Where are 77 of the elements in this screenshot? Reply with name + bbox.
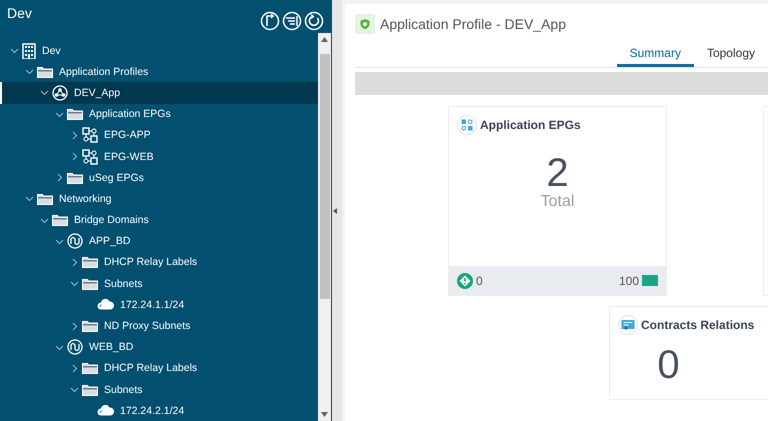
- panel-title: Dev: [6, 4, 32, 21]
- scroll-up-icon[interactable]: [321, 37, 328, 42]
- building-icon: [22, 42, 36, 59]
- chevron-down-icon: [25, 194, 34, 204]
- chevron-right-icon: [70, 364, 79, 373]
- chevron-down-icon: [70, 385, 79, 394]
- wave-circle-icon: [67, 233, 83, 250]
- folder-icon: [82, 320, 98, 332]
- tree-item[interactable]: DHCP Relay Labels: [0, 252, 318, 274]
- splitter-handle[interactable]: [332, 0, 342, 421]
- tree-item[interactable]: APP_BD: [0, 230, 318, 252]
- tree-item[interactable]: 172.24.1.1/24: [0, 294, 318, 316]
- count-caption: Total: [540, 193, 574, 211]
- tab[interactable]: Summary: [616, 41, 694, 67]
- filter-icon[interactable]: [282, 11, 302, 31]
- tree-item[interactable]: EPG-WEB: [0, 146, 318, 168]
- connected-squares-icon: [457, 115, 477, 135]
- chevron-right-icon: [70, 152, 79, 162]
- cloud-icon: [97, 299, 114, 310]
- total-count: 0: [657, 345, 680, 385]
- folder-icon: [37, 192, 53, 205]
- tab[interactable]: Topology: [694, 41, 768, 67]
- scroll-down-icon[interactable]: [321, 412, 328, 417]
- certificate-icon: [618, 315, 638, 335]
- scrollbar[interactable]: [318, 33, 331, 421]
- card-title: Contracts Relations: [641, 318, 754, 332]
- folder-icon: [67, 108, 83, 120]
- folder-icon: [82, 278, 98, 290]
- chevron-right-icon: [70, 130, 79, 140]
- folder-icon: [82, 384, 98, 396]
- chevron-down-icon: [40, 88, 49, 98]
- tree-item[interactable]: Subnets: [0, 273, 318, 294]
- network-globe-icon: [52, 84, 68, 101]
- chevron-down-icon: [55, 110, 64, 119]
- flag-icon[interactable]: [260, 11, 280, 31]
- folder-icon: [82, 256, 98, 268]
- chevron-down-icon: [40, 216, 49, 225]
- fault-count: 0: [476, 274, 483, 288]
- refresh-icon[interactable]: [304, 11, 324, 31]
- tree-item[interactable]: Application Profiles: [0, 61, 318, 82]
- health-indicator: [642, 275, 658, 286]
- tree-item[interactable]: EPG-APP: [0, 124, 318, 146]
- tree-item[interactable]: DEV_App: [0, 82, 318, 104]
- folder-icon: [82, 362, 98, 374]
- total-count: 2: [546, 153, 569, 193]
- health-score: 100: [618, 274, 639, 288]
- tree-item[interactable]: ND Proxy Subnets: [0, 315, 318, 337]
- chevron-right-icon: [55, 173, 64, 182]
- chevron-right-icon: [70, 258, 79, 267]
- tree-item[interactable]: DHCP Relay Labels: [0, 358, 318, 379]
- folder-icon: [67, 172, 83, 184]
- tree-item[interactable]: Subnets: [0, 379, 318, 400]
- chevron-down-icon: [55, 236, 64, 246]
- tree-item[interactable]: WEB_BD: [0, 336, 318, 358]
- tree-item[interactable]: Application EPGs: [0, 104, 318, 125]
- tree-item[interactable]: 172.24.2.1/24: [0, 400, 318, 421]
- chevron-down-icon: [10, 46, 19, 56]
- chevron-right-icon: [70, 322, 79, 331]
- shield-icon: [355, 14, 375, 34]
- tree-item[interactable]: uSeg EPGs: [0, 167, 318, 188]
- connected-squares-icon: [82, 148, 98, 165]
- connected-squares-icon: [82, 127, 98, 144]
- scroll-thumb[interactable]: [320, 54, 330, 299]
- wave-circle-icon: [67, 339, 83, 356]
- alert-icon: [457, 272, 473, 288]
- card-title: Application EPGs: [480, 118, 581, 132]
- page-title: Application Profile - DEV_App: [380, 16, 566, 32]
- cloud-icon: [97, 405, 114, 416]
- tree-item[interactable]: Dev: [0, 40, 318, 62]
- tree-item[interactable]: Bridge Domains: [0, 210, 318, 231]
- collapse-arrow-icon[interactable]: [333, 208, 337, 214]
- chevron-down-icon: [70, 279, 79, 288]
- chevron-down-icon: [55, 342, 64, 352]
- chevron-down-icon: [25, 67, 34, 76]
- tree-item[interactable]: Networking: [0, 188, 318, 210]
- folder-icon: [37, 66, 53, 78]
- folder-icon: [52, 214, 68, 226]
